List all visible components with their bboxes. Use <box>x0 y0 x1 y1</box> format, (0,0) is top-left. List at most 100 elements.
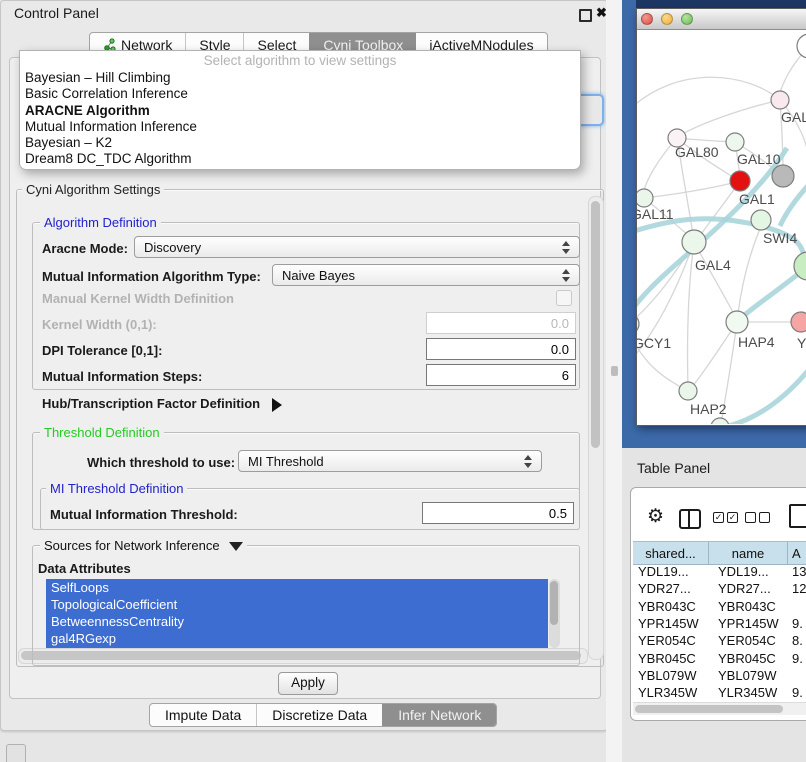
network-window-titlebar[interactable] <box>637 9 806 30</box>
deselect-all-checkboxes-icon[interactable] <box>745 512 770 523</box>
algorithm-definition-title: Algorithm Definition <box>40 215 161 230</box>
kernel-width-field[interactable] <box>426 312 576 334</box>
network-node[interactable] <box>726 133 744 151</box>
mi-steps-field[interactable] <box>426 364 576 386</box>
data-attribute-item[interactable]: SelfLoops <box>46 579 548 596</box>
float-panel-icon[interactable] <box>579 9 592 22</box>
which-threshold-label: Which threshold to use: <box>87 455 235 470</box>
manual-kernel-checkbox[interactable] <box>556 290 572 306</box>
column-header-name[interactable]: name <box>709 542 788 564</box>
network-edge <box>738 226 761 314</box>
aracne-mode-value: Discovery <box>144 240 201 255</box>
network-node[interactable] <box>730 171 750 191</box>
mi-threshold-label: Mutual Information Threshold: <box>50 507 238 522</box>
network-node[interactable] <box>751 210 771 230</box>
tab-discretize-data[interactable]: Discretize Data <box>256 704 382 726</box>
mi-type-combo[interactable]: Naive Bayes <box>272 264 580 286</box>
algorithm-option[interactable]: Bayesian – Hill Climbing <box>20 70 580 86</box>
table-row[interactable]: YER054CYER054C8. <box>633 632 806 649</box>
table-cell: YBR045C <box>633 651 709 666</box>
window-frame-top <box>636 0 806 8</box>
column-header-partial[interactable]: A <box>788 542 806 564</box>
new-table-icon[interactable] <box>789 504 806 528</box>
combo-spinner-icon <box>524 455 532 468</box>
table-hscrollbar-thumb[interactable] <box>635 705 783 713</box>
apply-button[interactable]: Apply <box>278 672 338 695</box>
data-attribute-item[interactable]: TopologicalCoefficient <box>46 596 548 613</box>
network-edge <box>721 362 806 424</box>
dpi-tolerance-field[interactable] <box>426 338 576 360</box>
bottom-tabbar: Impute Data Discretize Data Infer Networ… <box>149 703 497 727</box>
table-cell: YLR345W <box>709 685 788 700</box>
which-threshold-value: MI Threshold <box>248 454 324 469</box>
algorithm-option[interactable]: Basic Correlation Inference <box>20 86 580 102</box>
divider-handle-icon[interactable] <box>611 366 618 376</box>
table-cell: YER054C <box>709 633 788 648</box>
maximize-window-icon[interactable] <box>681 13 693 25</box>
network-node[interactable] <box>726 311 748 333</box>
tab-infer-network[interactable]: Infer Network <box>382 704 496 726</box>
table-cell: YBL079W <box>633 668 709 683</box>
table-hscrollbar[interactable] <box>633 702 806 715</box>
network-node[interactable] <box>682 230 706 254</box>
attributes-vscrollbar-thumb[interactable] <box>550 581 558 625</box>
table-cell: 8. <box>788 633 806 648</box>
table-row[interactable]: YDR27...YDR27...12 <box>633 580 806 597</box>
table-cell: 9. <box>788 685 806 700</box>
sources-toggle[interactable]: Sources for Network Inference <box>40 538 247 553</box>
network-node-label: GAL <box>781 109 806 125</box>
aracne-mode-label: Aracne Mode: <box>42 241 128 256</box>
mi-threshold-definition-title: MI Threshold Definition <box>46 481 187 496</box>
network-node[interactable] <box>679 382 697 400</box>
column-header-shared-name[interactable]: shared... <box>633 542 709 564</box>
network-node[interactable] <box>772 165 794 187</box>
table-row[interactable]: YPR145WYPR145W9. <box>633 615 806 632</box>
table-cell: YPR145W <box>709 616 788 631</box>
network-edge <box>645 181 740 198</box>
data-attributes-label: Data Attributes <box>38 561 131 576</box>
attributes-vscrollbar[interactable] <box>549 579 560 648</box>
data-attribute-item[interactable]: BetweennessCentrality <box>46 613 548 630</box>
network-node[interactable] <box>797 34 806 58</box>
settings-vscrollbar[interactable] <box>588 196 604 660</box>
table-header-row: shared... name A <box>633 541 806 565</box>
select-all-checkboxes-icon[interactable]: ✓✓ <box>713 512 738 523</box>
network-canvas[interactable]: GALGAL80GAL10GAL1GAL11SWI4GAL4GCY1HAP4YH… <box>637 30 806 424</box>
hub-definition-toggle[interactable]: Hub/Transcription Factor Definition <box>42 396 282 412</box>
table-row[interactable]: YBR045CYBR045C9. <box>633 649 806 666</box>
screen: Control Panel ✖ Network Style Select Cyn… <box>0 0 806 762</box>
minimize-window-icon[interactable] <box>661 13 673 25</box>
table-cell: YDL19... <box>709 564 788 579</box>
network-edge <box>679 100 780 136</box>
table-panel: ⚙ ✓✓ shared... name A YDL19...YDL19...13… <box>630 487 806 721</box>
algorithm-option[interactable]: Bayesian – K2 <box>20 135 580 151</box>
close-window-icon[interactable] <box>641 13 653 25</box>
network-node[interactable] <box>711 418 729 424</box>
expand-down-icon <box>229 542 243 551</box>
table-cell: YDR27... <box>709 581 788 596</box>
table-cell: 13 <box>788 564 806 579</box>
algorithm-option[interactable]: Dream8 DC_TDC Algorithm <box>20 151 580 167</box>
network-node[interactable] <box>771 91 789 109</box>
table-settings-gear-icon[interactable]: ⚙ <box>647 505 664 528</box>
algorithm-dropdown-popup: Select algorithm to view settings Bayesi… <box>19 50 581 170</box>
network-node[interactable] <box>637 189 653 207</box>
split-divider[interactable] <box>606 0 622 762</box>
table-row[interactable]: YBL079WYBL079W <box>633 667 806 684</box>
aracne-mode-combo[interactable]: Discovery <box>134 236 580 258</box>
table-row[interactable]: YBR043CYBR043C <box>633 598 806 615</box>
table-row[interactable]: YDL19...YDL19...13 <box>633 563 806 580</box>
mi-threshold-field[interactable] <box>422 502 574 524</box>
algorithm-option[interactable]: Mutual Information Inference <box>20 119 580 135</box>
network-node[interactable] <box>791 312 806 332</box>
table-row[interactable]: YLR345WYLR345W9. <box>633 684 806 701</box>
collapsed-panel-button[interactable] <box>6 744 26 762</box>
column-layout-icon[interactable] <box>679 509 701 529</box>
data-attribute-item[interactable]: gal4RGexp <box>46 630 548 647</box>
tab-impute-data[interactable]: Impute Data <box>150 704 256 726</box>
algorithm-option[interactable]: ARACNE Algorithm <box>20 103 580 119</box>
table-cell: YDL19... <box>633 564 709 579</box>
which-threshold-combo[interactable]: MI Threshold <box>238 450 542 472</box>
settings-vscrollbar-thumb[interactable] <box>591 201 600 448</box>
network-node-label: HAP4 <box>738 334 775 350</box>
